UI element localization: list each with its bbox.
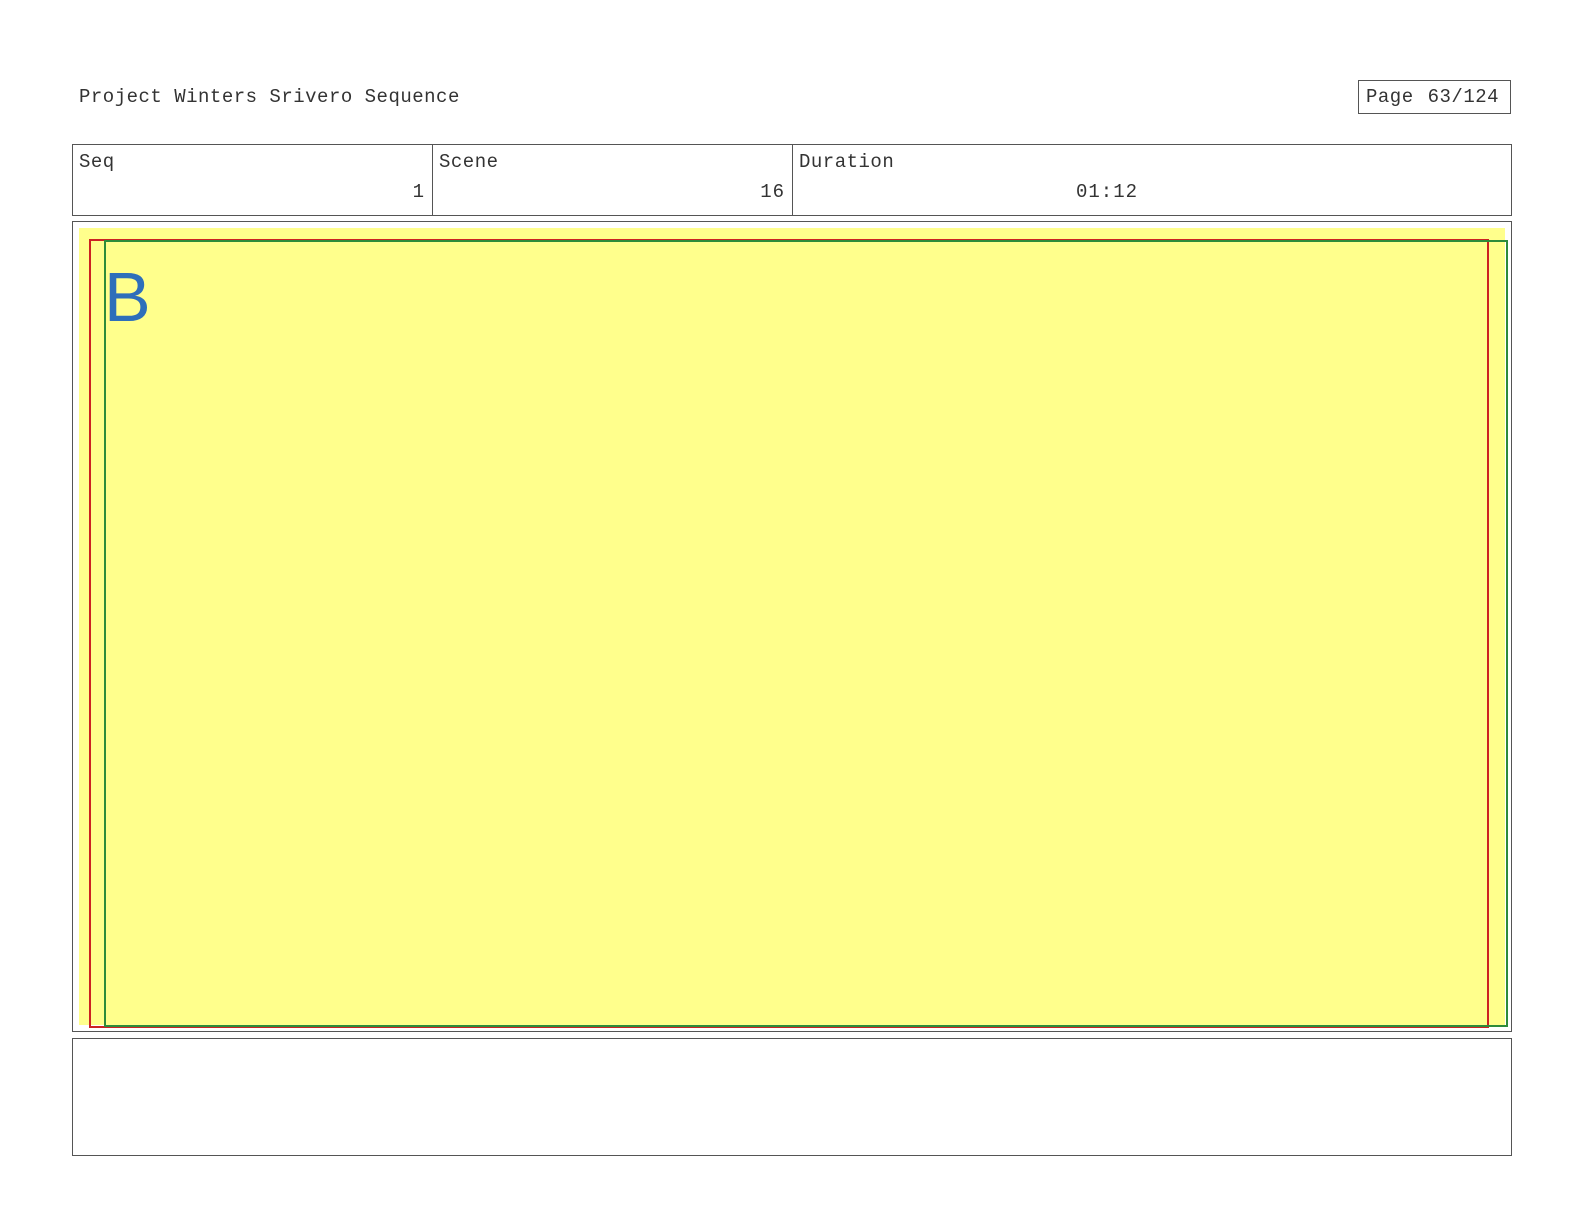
seq-value: 1 xyxy=(412,181,425,203)
duration-cell: Duration 01:12 xyxy=(793,145,1511,215)
page-indicator: Page 63/124 xyxy=(1358,80,1511,114)
panel-letter: B xyxy=(104,258,151,336)
page-label: Page xyxy=(1366,86,1414,108)
page-number: 63/124 xyxy=(1427,86,1500,108)
title-safe-guide xyxy=(104,240,1508,1027)
seq-cell: Seq 1 xyxy=(73,145,433,215)
seq-label: Seq xyxy=(79,151,115,173)
duration-label: Duration xyxy=(799,151,895,173)
scene-value: 16 xyxy=(760,181,785,203)
project-title: Project Winters Srivero Sequence xyxy=(79,86,460,108)
shot-info-table: Seq 1 Scene 16 Duration 01:12 xyxy=(72,144,1512,216)
scene-cell: Scene 16 xyxy=(433,145,793,215)
panel-canvas: B xyxy=(79,228,1508,1028)
scene-label: Scene xyxy=(439,151,499,173)
storyboard-panel: B xyxy=(72,221,1512,1032)
notes-box xyxy=(72,1038,1512,1156)
duration-value: 01:12 xyxy=(1076,181,1139,203)
